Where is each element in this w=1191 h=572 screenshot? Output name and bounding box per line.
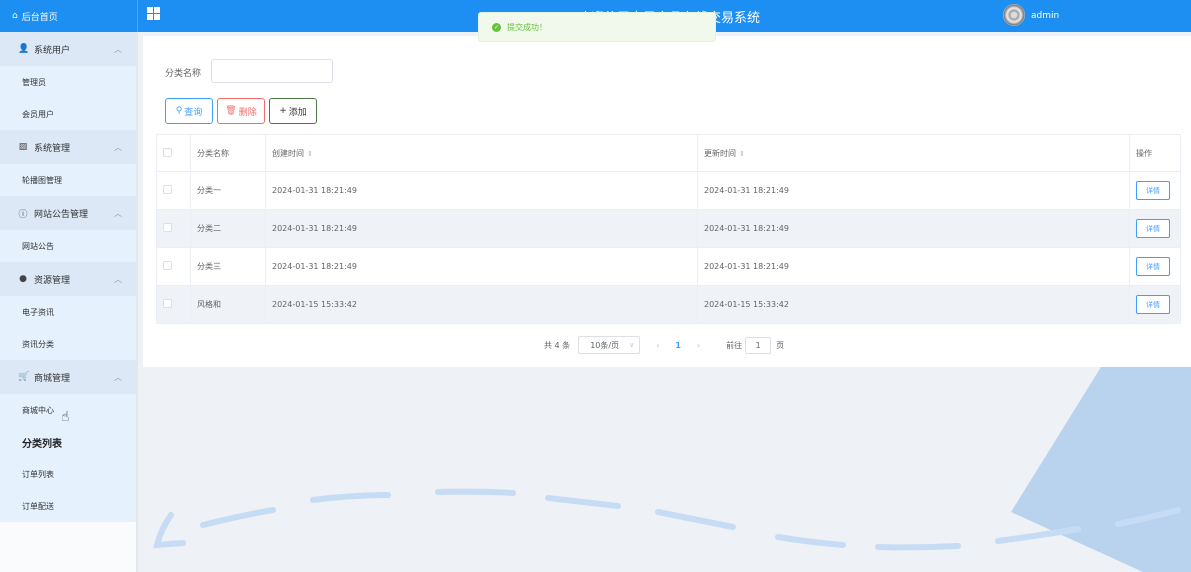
- page-size-select[interactable]: 10条/页 ∨: [578, 336, 641, 354]
- sidebar-item-order-list[interactable]: 订单列表: [0, 458, 136, 490]
- add-button[interactable]: + 添加: [269, 98, 317, 124]
- select-all-checkbox[interactable]: [163, 147, 172, 157]
- sidebar-item-category-list[interactable]: 分类列表: [0, 426, 136, 458]
- menu-group-announcements[interactable]: ⓘ 网站公告管理 ︿: [0, 196, 136, 230]
- category-name-input[interactable]: [211, 59, 333, 83]
- location-icon: ●: [19, 274, 27, 284]
- page-unit-label: 页: [776, 340, 785, 350]
- menu-group-label: 资源管理: [34, 275, 71, 286]
- chevron-up-icon: ︿: [114, 275, 122, 284]
- menu-group-label: 网站公告管理: [34, 209, 89, 220]
- sidebar-item-order-delivery[interactable]: 订单配送: [0, 490, 136, 522]
- cell-updated: 2024-01-31 18:21:49: [697, 247, 1130, 286]
- table-row: 分类二 2024-01-31 18:21:49 2024-01-31 18:21…: [156, 209, 1181, 248]
- delete-button-label: 删除: [238, 107, 257, 118]
- chevron-up-icon: ︿: [114, 143, 122, 152]
- chevron-down-icon: ∨: [629, 341, 635, 349]
- image-icon: ▨: [18, 142, 28, 152]
- page-size-value: 10条/页: [590, 340, 620, 350]
- menu-group-mall[interactable]: 🛒 商城管理 ︿: [0, 360, 136, 394]
- row-checkbox[interactable]: [163, 299, 172, 308]
- home-label: 后台首页: [21, 12, 58, 23]
- menu-group-label: 系统管理: [34, 143, 71, 154]
- cell-name: 分类一: [190, 171, 266, 210]
- menu-group-resources[interactable]: ● 资源管理 ︿: [0, 262, 136, 296]
- delete-button[interactable]: 🗑 删除: [217, 98, 265, 124]
- menu-grid-icon[interactable]: [147, 7, 160, 20]
- filter-label: 分类名称: [165, 69, 202, 79]
- cell-created: 2024-01-15 15:33:42: [265, 285, 698, 324]
- column-header-name: 分类名称: [190, 134, 266, 172]
- table-header-row: 分类名称 创建时间 ⇕ 更新时间 ⇕ 操作: [156, 134, 1181, 172]
- sort-icon[interactable]: ⇕: [739, 150, 745, 158]
- sidebar-item-site-announcement[interactable]: 网站公告: [0, 230, 136, 262]
- query-button[interactable]: ⚲ 查询: [165, 98, 213, 124]
- page-number[interactable]: 1: [675, 341, 681, 350]
- table-row: 风格和 2024-01-15 15:33:42 2024-01-15 15:33…: [156, 285, 1181, 324]
- menu-group-system-management[interactable]: ▨ 系统管理 ︿: [0, 130, 136, 164]
- sidebar-item-members[interactable]: 会员用户: [0, 98, 136, 130]
- cell-updated: 2024-01-31 18:21:49: [697, 209, 1130, 248]
- next-page-icon[interactable]: ›: [697, 341, 700, 350]
- chevron-up-icon: ︿: [114, 209, 122, 218]
- row-checkbox[interactable]: [163, 223, 172, 232]
- add-button-label: 添加: [288, 107, 307, 118]
- menu-group-label: 商城管理: [34, 373, 71, 384]
- check-circle-icon: ✓: [492, 22, 501, 32]
- plus-icon: +: [279, 106, 287, 116]
- column-header-action: 操作: [1129, 134, 1181, 172]
- table-row: 分类一 2024-01-31 18:21:49 2024-01-31 18:21…: [156, 171, 1181, 210]
- sort-icon[interactable]: ⇕: [307, 150, 313, 158]
- detail-button[interactable]: 详情: [1136, 181, 1170, 200]
- detail-button[interactable]: 详情: [1136, 257, 1170, 276]
- success-toast: ✓ 提交成功！: [478, 12, 716, 42]
- cell-name: 风格和: [190, 285, 266, 324]
- cart-icon: 🛒: [18, 372, 30, 382]
- cell-created: 2024-01-31 18:21:49: [265, 209, 698, 248]
- query-button-label: 查询: [184, 107, 203, 118]
- table-row: 分类三 2024-01-31 18:21:49 2024-01-31 18:21…: [156, 247, 1181, 286]
- home-link[interactable]: ⌂ 后台首页: [0, 0, 138, 32]
- cell-created: 2024-01-31 18:21:49: [265, 247, 698, 286]
- cell-created: 2024-01-31 18:21:49: [265, 171, 698, 210]
- main-panel: 分类名称 ⚲ 查询 🗑 删除 + 添加 分类名称 创建时间 ⇕ 更新时间 ⇕ 操作 …: [143, 36, 1191, 367]
- info-icon: ⓘ: [18, 209, 28, 220]
- toast-message: 提交成功！: [507, 22, 547, 32]
- home-icon: ⌂: [12, 11, 18, 21]
- total-count: 共 4 条: [544, 340, 571, 350]
- select-all-cell: [156, 134, 191, 172]
- row-checkbox[interactable]: [163, 261, 172, 270]
- prev-page-icon[interactable]: ‹: [656, 341, 659, 350]
- cell-updated: 2024-01-15 15:33:42: [697, 285, 1130, 324]
- column-header-created[interactable]: 创建时间 ⇕: [265, 134, 698, 172]
- sidebar-item-admins[interactable]: 管理员: [0, 66, 136, 98]
- cell-name: 分类二: [190, 209, 266, 248]
- detail-button[interactable]: 详情: [1136, 295, 1170, 314]
- row-checkbox[interactable]: [163, 185, 172, 194]
- sidebar: 👤 系统用户 ︿ 管理员 会员用户 ▨ 系统管理 ︿ 轮播图管理 ⓘ 网站公告管…: [0, 32, 138, 572]
- goto-label: 前往: [726, 340, 743, 350]
- avatar[interactable]: [1003, 4, 1025, 26]
- search-icon: ⚲: [175, 106, 183, 116]
- chevron-up-icon: ︿: [114, 373, 122, 382]
- sidebar-item-carousel[interactable]: 轮播图管理: [0, 164, 136, 196]
- trash-icon: 🗑: [225, 106, 237, 116]
- sidebar-item-news-category[interactable]: 资讯分类: [0, 328, 136, 360]
- sidebar-item-e-news[interactable]: 电子资讯: [0, 296, 136, 328]
- pagination: 共 4 条 10条/页 ∨ ‹ 1 › 前往 1 页: [544, 336, 784, 354]
- column-header-updated[interactable]: 更新时间 ⇕: [697, 134, 1130, 172]
- chevron-up-icon: ︿: [114, 45, 122, 54]
- hand-cursor-icon: ☝: [61, 409, 70, 425]
- cell-name: 分类三: [190, 247, 266, 286]
- detail-button[interactable]: 详情: [1136, 219, 1170, 238]
- menu-group-system-users[interactable]: 👤 系统用户 ︿: [0, 32, 136, 66]
- background-decoration: [153, 367, 1191, 572]
- user-icon: 👤: [18, 44, 30, 54]
- goto-page-input[interactable]: 1: [745, 336, 772, 354]
- cell-updated: 2024-01-31 18:21:49: [697, 171, 1130, 210]
- category-table: 分类名称 创建时间 ⇕ 更新时间 ⇕ 操作 分类一 2024-01-31 18:21…: [156, 134, 1181, 324]
- username[interactable]: admin: [1031, 11, 1059, 21]
- menu-group-label: 系统用户: [34, 45, 71, 56]
